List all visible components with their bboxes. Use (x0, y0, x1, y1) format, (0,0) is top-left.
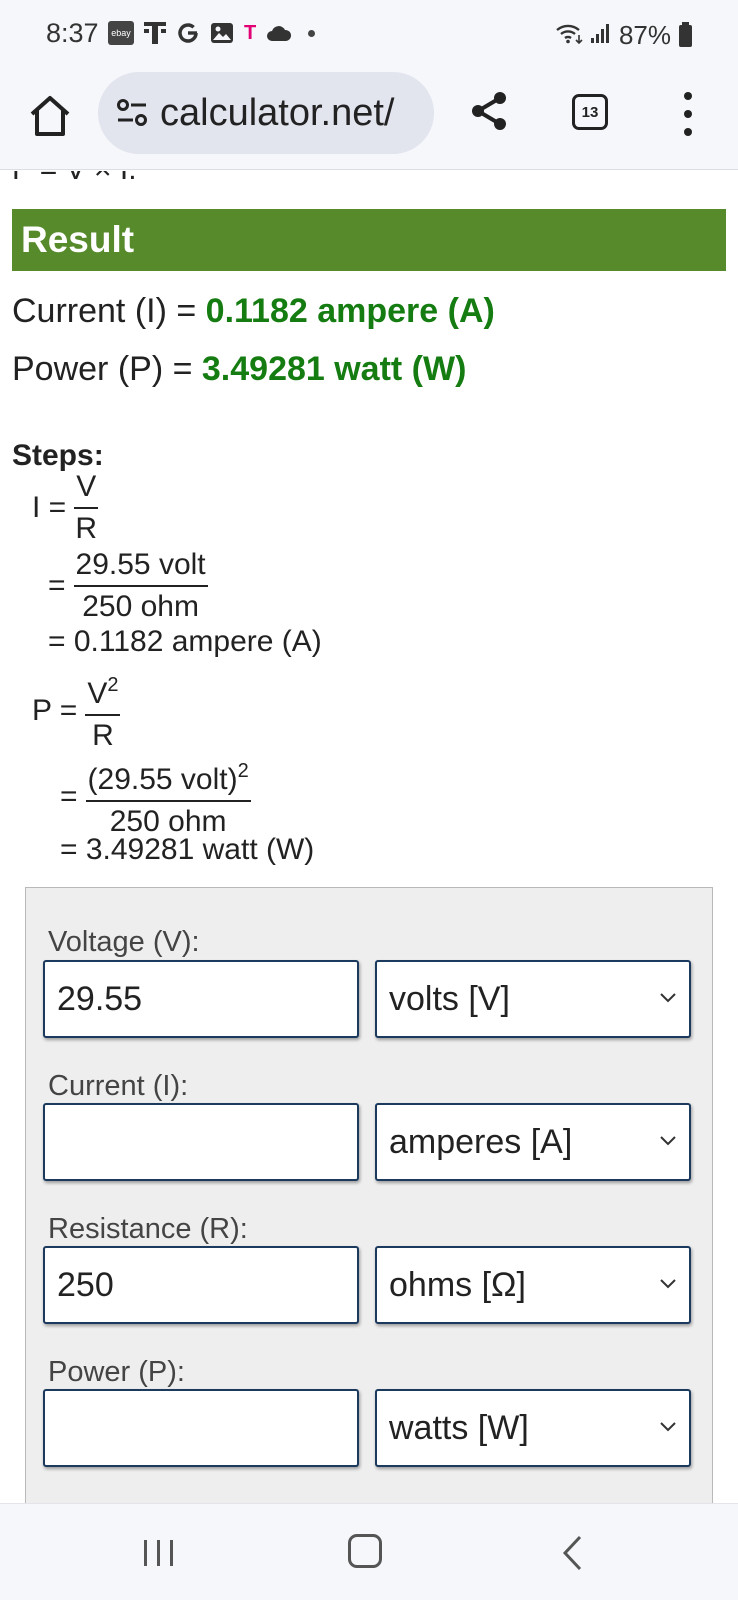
step-current-denominator: R (75, 512, 98, 545)
step-current-sub-denominator: 250 ohm (82, 590, 199, 623)
step-power-result: = 3.49281 watt (W) (60, 833, 315, 866)
url-text: calculator.net/ (160, 91, 395, 134)
tabs-icon[interactable]: 13 (572, 94, 608, 130)
system-nav-bar (0, 1503, 738, 1600)
power-input[interactable] (43, 1389, 359, 1467)
step-power-sub-numerator: (29.55 volt)2 (85, 753, 251, 802)
step-power-numerator: V2 (85, 667, 121, 716)
cloud-icon (266, 20, 292, 46)
current-result-value: 0.1182 ampere (A) (205, 292, 495, 330)
power-result: Power (P) = 3.49281 watt (W) (12, 350, 466, 389)
address-bar[interactable]: calculator.net/ (98, 72, 434, 154)
chevron-down-icon (660, 1136, 676, 1146)
battery-percent: 87% (618, 20, 671, 50)
voltage-label: Voltage (V): (48, 926, 200, 958)
more-notifications-dot (308, 29, 316, 37)
tmobile-icon: T (244, 21, 257, 44)
home-button[interactable] (26, 92, 74, 140)
system-status: 87% (555, 20, 692, 51)
share-button[interactable] (466, 88, 512, 134)
signal-icon (590, 20, 611, 51)
voltage-input[interactable]: 29.55 (43, 960, 359, 1038)
step-current-sub-eq: = (48, 569, 66, 602)
step-current-sub-numerator: 29.55 volt (73, 547, 208, 587)
back-icon[interactable] (560, 1534, 584, 1572)
resistance-input[interactable]: 250 (43, 1246, 359, 1324)
current-unit-value: amperes [A] (389, 1123, 573, 1161)
power-unit-select[interactable]: watts [W] (375, 1389, 691, 1467)
current-result-label: Current (I) = (12, 292, 206, 330)
resistance-unit-select[interactable]: ohms [Ω] (375, 1246, 691, 1324)
result-header: Result (12, 209, 726, 271)
step-power-denominator: R (92, 719, 114, 752)
current-result: Current (I) = 0.1182 ampere (A) (12, 292, 495, 331)
step-current-lhs: I = (32, 491, 67, 524)
step-current-result: = 0.1182 ampere (A) (48, 625, 322, 658)
steps-title: Steps: (12, 439, 104, 472)
wifi-icon (555, 20, 583, 51)
more-menu-icon[interactable] (678, 92, 698, 136)
share-icon (472, 92, 506, 130)
power-unit-value: watts [W] (389, 1409, 529, 1447)
chevron-down-icon (660, 1279, 676, 1289)
power-result-value: 3.49281 watt (W) (201, 350, 467, 388)
current-input[interactable] (43, 1103, 359, 1181)
home-nav-icon[interactable] (348, 1534, 382, 1568)
voltage-unit-value: volts [V] (389, 980, 510, 1018)
step-power-formula: P = V2 R (32, 667, 121, 754)
status-time: 8:37 (46, 18, 99, 48)
current-unit-select[interactable]: amperes [A] (375, 1103, 691, 1181)
tmobile-app-icon (144, 20, 166, 46)
resistance-label: Resistance (R): (48, 1213, 248, 1245)
step-power-sub-fraction: (29.55 volt)2 250 ohm (85, 753, 251, 840)
chevron-down-icon (660, 1422, 676, 1432)
step-current-substitution: = 29.55 volt 250 ohm (48, 547, 208, 625)
step-current-numerator: V (74, 469, 99, 509)
recents-icon[interactable] (142, 1538, 176, 1568)
step-current-formula: I = V R (32, 469, 99, 547)
ebay-icon: ebay (108, 21, 134, 45)
status-bar: 8:37 ebay T 87% (0, 0, 738, 70)
formula-cutoff-text: P = V × I. (12, 171, 137, 187)
step-power-substitution: = (29.55 volt)2 250 ohm (60, 753, 251, 840)
step-current-fraction: V R (74, 469, 99, 547)
gallery-icon (210, 20, 234, 46)
step-power-lhs: P = (32, 693, 78, 727)
step-power-fraction: V2 R (85, 667, 121, 754)
battery-icon (679, 21, 692, 47)
step-current-sub-fraction: 29.55 volt 250 ohm (73, 547, 208, 625)
current-label: Current (I): (48, 1070, 189, 1102)
power-result-label: Power (P) = (12, 350, 202, 388)
google-icon (176, 20, 200, 46)
chevron-down-icon (660, 993, 676, 1003)
calculator-form: Voltage (V): 29.55 volts [V] Current (I)… (25, 887, 713, 1503)
notification-icons: ebay T (108, 20, 316, 46)
voltage-unit-select[interactable]: volts [V] (375, 960, 691, 1038)
page-content: P = V × I. Result Current (I) = 0.1182 a… (0, 171, 738, 1503)
home-icon (30, 96, 70, 136)
step-power-sub-eq: = (60, 779, 78, 813)
power-label: Power (P): (48, 1356, 185, 1388)
site-settings-icon[interactable] (114, 95, 150, 131)
resistance-unit-value: ohms [Ω] (389, 1266, 526, 1304)
browser-toolbar: calculator.net/ 13 (0, 70, 738, 170)
